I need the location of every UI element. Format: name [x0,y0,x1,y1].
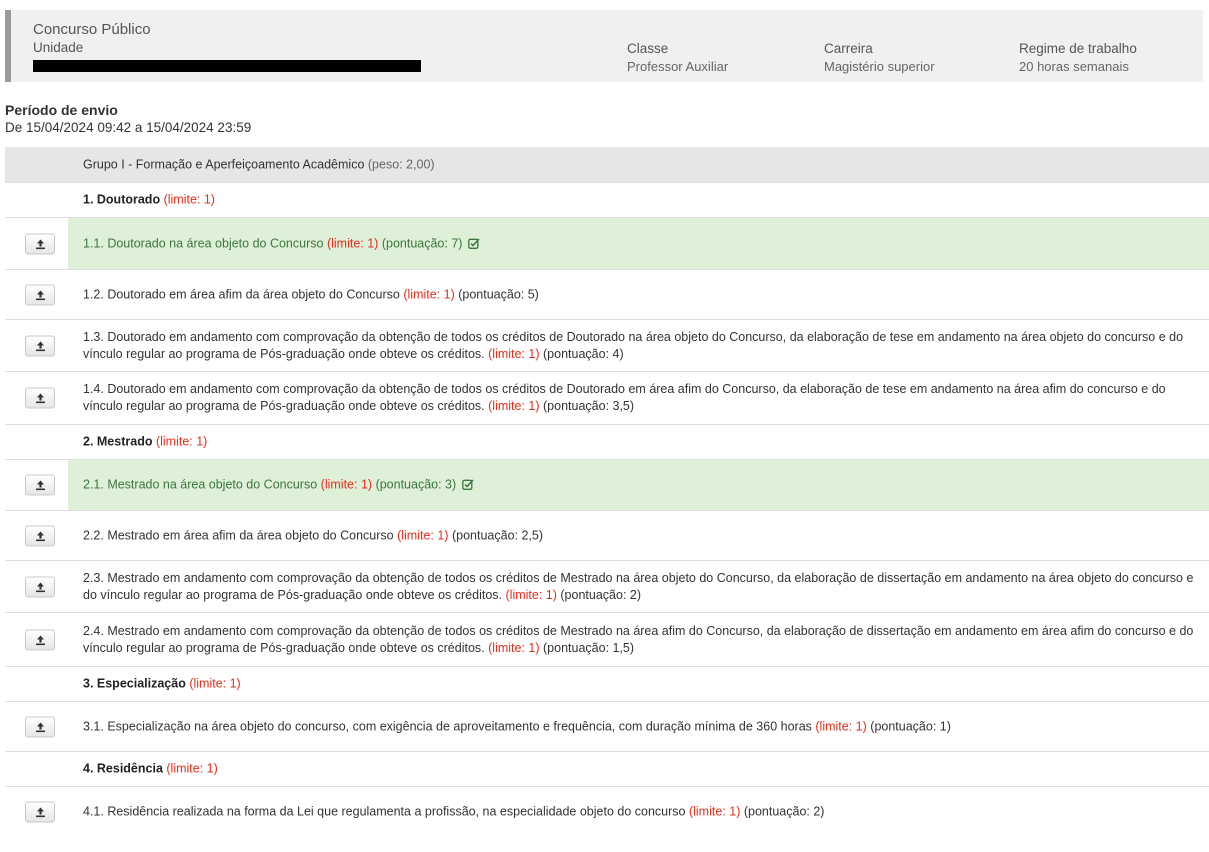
item-score: (pontuação: 4) [543,346,624,361]
contest-header: Concurso Público Unidade Classe Professo… [5,10,1203,82]
check-square-icon [461,479,474,490]
section-limit: (limite: 1) [163,192,215,207]
period-value: De 15/04/2024 09:42 a 15/04/2024 23:59 [5,120,252,135]
carreira-value: Magistério superior [824,59,935,74]
carreira-label: Carreira [824,41,873,56]
upload-icon [35,393,45,404]
item-limit: (limite: 1) [488,640,540,655]
item-limit: (limite: 1) [488,399,540,413]
item-text: 2.1. Mestrado na área objeto do Concurso [83,477,318,492]
criteria-item: 2.2. Mestrado em área afim da área objet… [5,511,1209,561]
section-header: 1. Doutorado (limite: 1) [5,183,1209,218]
section-limit: (limite: 1) [155,434,208,449]
criteria-item: 4.1. Residência realizada na forma da Le… [5,787,1209,837]
upload-icon [35,290,45,300]
group-title: Grupo I - Formação e Aperfeiçoamento Aca… [83,157,365,171]
period-label: Período de envio [5,102,118,118]
item-score: (pontuação: 3,5) [543,399,635,413]
unit-value-redacted [33,60,421,72]
classe-value: Professor Auxiliar [627,59,729,74]
item-limit: (limite: 1) [688,804,741,819]
item-limit: (limite: 1) [326,236,379,250]
item-limit: (limite: 1) [505,587,557,602]
item-score: (pontuação: 7) [381,236,463,250]
check-square-icon [468,237,480,249]
item-limit: (limite: 1) [397,528,449,542]
item-text: 4.1. Residência realizada na forma da Le… [83,804,686,819]
upload-button[interactable] [25,284,55,305]
item-limit: (limite: 1) [403,287,455,301]
criteria-item: 1.3. Doutorado em andamento com comprova… [5,320,1209,372]
upload-button[interactable] [25,801,55,823]
upload-button[interactable] [25,474,55,496]
upload-icon [35,582,45,592]
upload-icon [35,480,45,491]
group-header: Grupo I - Formação e Aperfeiçoamento Aca… [5,147,1209,183]
upload-button[interactable] [25,387,55,409]
section-header: 4. Residência (limite: 1) [5,752,1209,787]
criteria-item: 3.1. Especialização na área objeto do co… [5,702,1209,752]
item-limit: (limite: 1) [320,477,373,492]
upload-icon [35,635,45,645]
item-text: 1.2. Doutorado em área afim da área obje… [83,287,400,301]
upload-icon [35,531,45,541]
criteria-item: 2.4. Mestrado em andamento com comprovaç… [5,613,1209,667]
item-limit: (limite: 1) [815,719,867,733]
upload-icon [35,807,45,818]
group-weight: (peso: 2,00) [367,157,435,171]
upload-icon [35,341,45,351]
item-text: 1.3. Doutorado em andamento com comprova… [83,329,1184,361]
item-score: (pontuação: 3) [375,477,457,492]
section-title: 4. Residência [83,761,163,776]
upload-button[interactable] [25,716,55,737]
unit-label: Unidade [33,40,84,55]
criteria-item: 1.4. Doutorado em andamento com comprova… [5,372,1209,425]
criteria-item: 1.1. Doutorado na área objeto do Concurs… [5,218,1209,270]
regime-label: Regime de trabalho [1019,41,1137,56]
section-header: 2. Mestrado (limite: 1) [5,425,1209,460]
regime-field: Regime de trabalho 20 horas semanais [1019,41,1137,74]
upload-button[interactable] [25,525,55,546]
section-title: 3. Especialização [83,676,186,691]
item-score: (pontuação: 1) [870,719,951,733]
section-header: 3. Especialização (limite: 1) [5,667,1209,702]
section-title: 2. Mestrado [83,434,153,449]
criteria-item: 2.3. Mestrado em andamento com comprovaç… [5,561,1209,613]
item-text: 1.1. Doutorado na área objeto do Concurs… [83,236,324,250]
classe-field: Classe Professor Auxiliar [627,41,728,74]
item-text: 2.2. Mestrado em área afim da área objet… [83,528,394,542]
item-limit: (limite: 1) [488,346,540,361]
upload-button[interactable] [25,335,55,356]
item-score: (pontuação: 2) [560,587,641,602]
item-score: (pontuação: 2) [743,804,825,819]
item-text: 2.4. Mestrado em andamento com comprovaç… [83,623,1194,655]
upload-icon [35,722,45,732]
contest-title: Concurso Público [33,21,151,38]
section-title: 1. Doutorado [83,192,161,207]
item-score: (pontuação: 5) [458,287,539,301]
regime-value: 20 horas semanais [1019,59,1129,74]
classe-label: Classe [627,41,669,56]
item-score: (pontuação: 1,5) [543,640,635,655]
section-limit: (limite: 1) [189,676,241,691]
upload-button[interactable] [25,233,55,254]
criteria-item: 2.1. Mestrado na área objeto do Concurso… [5,460,1209,511]
carreira-field: Carreira Magistério superior [824,41,935,74]
section-limit: (limite: 1) [166,761,218,776]
item-score: (pontuação: 2,5) [451,528,544,542]
item-text: 3.1. Especialização na área objeto do co… [83,719,812,733]
upload-button[interactable] [25,629,55,650]
criteria-item: 1.2. Doutorado em área afim da área obje… [5,270,1209,320]
upload-button[interactable] [25,576,55,597]
upload-icon [35,239,45,249]
criteria-list: Grupo I - Formação e Aperfeiçoamento Aca… [5,147,1209,837]
